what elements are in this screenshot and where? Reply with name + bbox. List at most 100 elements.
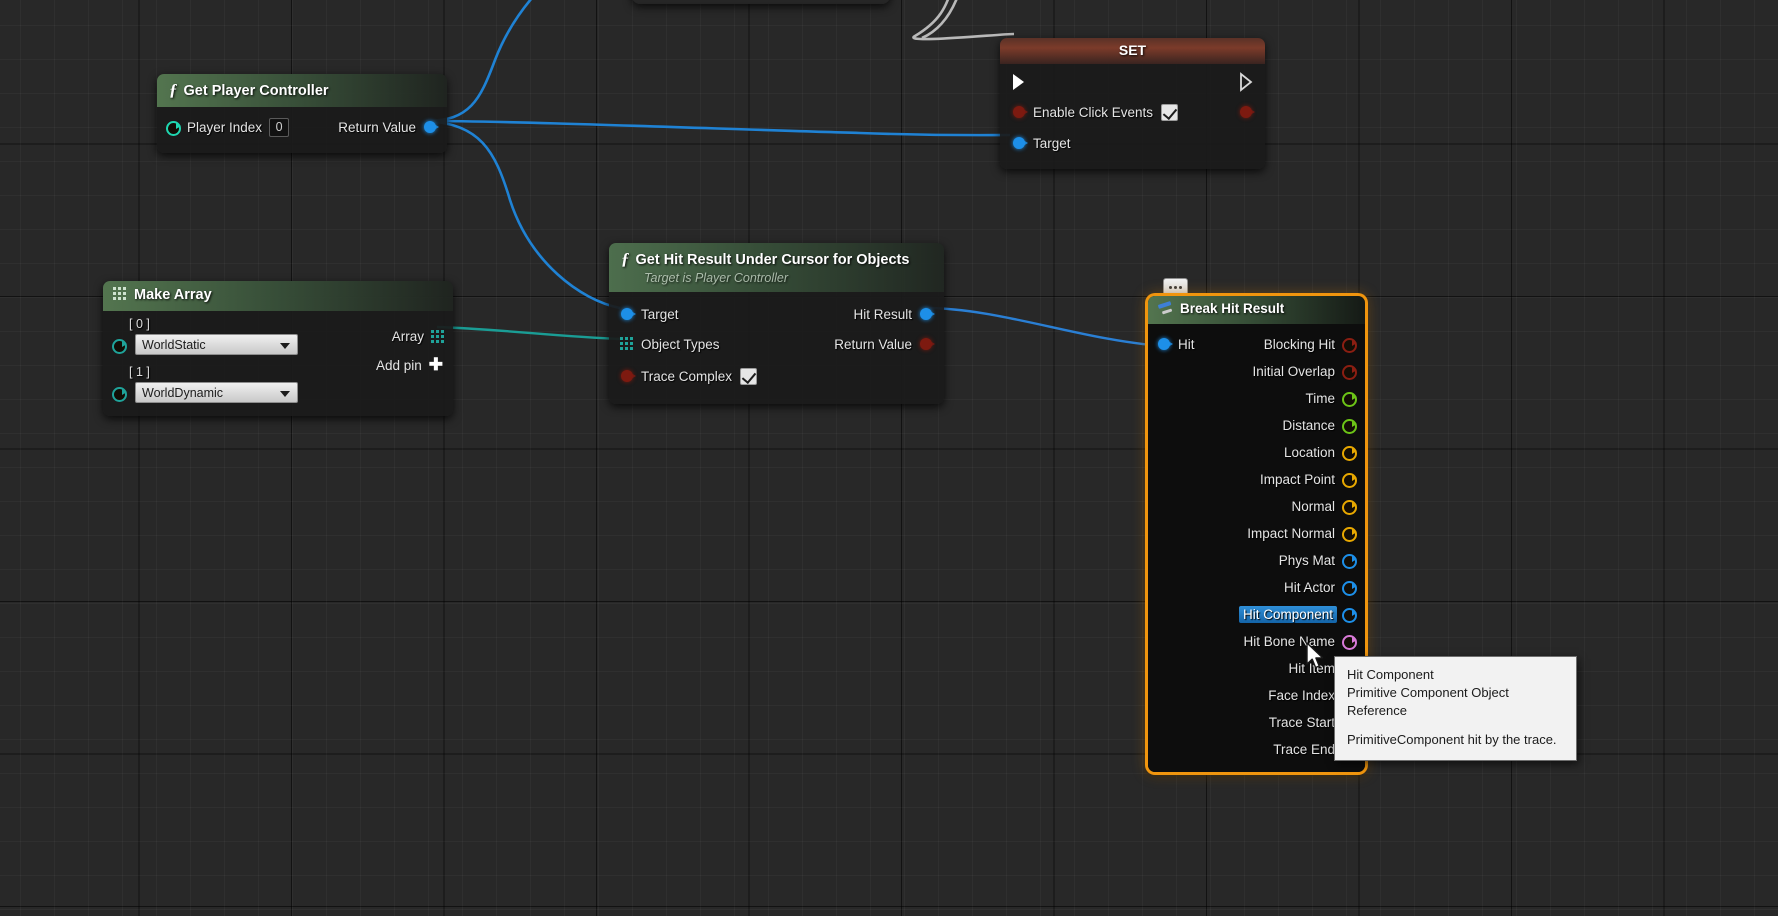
node-header: ƒ Get Hit Result Under Cursor for Objects…	[609, 243, 944, 292]
wildcard-pin-icon[interactable]	[112, 386, 127, 402]
node-body: [ 0 ] WorldStatic [ 1 ] WorldDynamic Arr…	[103, 311, 453, 416]
object-pin-icon[interactable]	[1342, 607, 1357, 624]
node-body: Player Index 0 Return Value	[157, 107, 447, 153]
node-header: ƒ Get Player Controller	[157, 74, 447, 107]
struct-pin-icon[interactable]	[1157, 337, 1173, 351]
vector-pin-icon[interactable]	[1342, 526, 1357, 543]
node-body: Target Hit Result Object Types Return Va…	[609, 292, 944, 404]
integer-pin-icon[interactable]	[166, 120, 181, 137]
pin-label-hit-result: Hit Result	[853, 306, 912, 322]
array-item-0-dropdown[interactable]: WorldStatic	[135, 334, 298, 356]
vector-pin-icon[interactable]	[1342, 445, 1357, 462]
pin-row-trace-end[interactable]: Trace End	[1148, 736, 1365, 763]
node-break-hit-result[interactable]: Break Hit Result Hit Blocking Hit Initia…	[1148, 296, 1365, 772]
boolean-pin-icon[interactable]	[1342, 337, 1357, 354]
array-index-label-1: [ 1 ]	[129, 364, 150, 379]
pin-label: Face Index	[1268, 687, 1335, 703]
pin-row-time[interactable]: Time	[1148, 385, 1365, 412]
pin-row-player-index[interactable]: Player Index 0 Return Value	[157, 114, 447, 141]
vector-pin-icon[interactable]	[1342, 472, 1357, 489]
pin-row-phys-mat[interactable]: Phys Mat	[1148, 547, 1365, 574]
node-header: Make Array	[103, 281, 453, 311]
array-item-row-0[interactable]: WorldStatic	[103, 332, 348, 358]
function-f-icon: ƒ	[621, 249, 630, 268]
float-pin-icon[interactable]	[1342, 418, 1357, 435]
object-pin-icon[interactable]	[1342, 553, 1357, 570]
pin-label: Blocking Hit	[1263, 336, 1335, 352]
exec-row[interactable]	[1000, 68, 1265, 95]
pin-row-target[interactable]: Target	[1000, 130, 1265, 157]
pin-row-array-output[interactable]: Array	[348, 325, 453, 349]
pin-label: Object Types	[641, 336, 720, 352]
wildcard-pin-icon[interactable]	[112, 338, 127, 354]
chevron-down-icon	[280, 343, 290, 350]
name-pin-icon[interactable]	[1342, 634, 1357, 651]
object-pin-icon[interactable]	[1012, 136, 1028, 150]
node-title: Make Array	[134, 287, 212, 303]
boolean-output-pin-icon[interactable]	[1239, 105, 1255, 119]
node-title: Get Hit Result Under Cursor for Objects	[635, 252, 910, 268]
pin-label: Trace Complex	[641, 368, 733, 384]
pin-row-face-index[interactable]: Face Index	[1148, 682, 1365, 709]
pin-row-hit-item[interactable]: Hit Item	[1148, 655, 1365, 682]
boolean-pin-icon[interactable]	[1342, 364, 1357, 381]
pin-label: Initial Overlap	[1252, 363, 1335, 379]
pin-label: Impact Point	[1259, 471, 1335, 487]
chevron-down-icon	[280, 391, 290, 398]
array-pin-icon[interactable]	[620, 337, 634, 351]
pin-row-target[interactable]: Target Hit Result	[609, 301, 944, 328]
node-title: Get Player Controller	[183, 83, 329, 99]
float-pin-icon[interactable]	[1342, 391, 1357, 408]
pin-label: Location	[1283, 444, 1335, 460]
pin-row-trace-complex[interactable]: Trace Complex	[609, 363, 944, 390]
dot-icon	[1174, 286, 1177, 289]
boolean-pin-icon[interactable]	[1012, 105, 1028, 119]
struct-pin-icon[interactable]	[919, 307, 935, 321]
tooltip-spacer	[1347, 720, 1564, 731]
array-item-1-value: WorldDynamic	[142, 385, 224, 400]
node-get-player-controller[interactable]: ƒ Get Player Controller Player Index 0 Re…	[157, 74, 447, 153]
pin-row-hit[interactable]: Hit Blocking Hit	[1148, 331, 1365, 358]
pin-label-hit-component[interactable]: Hit Component	[1238, 605, 1337, 623]
add-pin-button[interactable]: Add pin ✚	[348, 356, 453, 373]
blueprint-graph-canvas[interactable]: ƒ Get Player Controller Player Index 0 Re…	[0, 0, 1778, 916]
node-get-hit-result-under-cursor-for-objects[interactable]: ƒ Get Hit Result Under Cursor for Objects…	[609, 243, 944, 404]
vector-pin-icon[interactable]	[1342, 499, 1357, 516]
node-body: Hit Blocking Hit Initial Overlap Time Di…	[1148, 323, 1365, 772]
pin-label: Hit	[1178, 336, 1195, 352]
pin-row-hit-component[interactable]: Hit Component	[1148, 601, 1365, 628]
boolean-pin-icon[interactable]	[620, 369, 636, 383]
dot-icon	[1169, 286, 1172, 289]
enable-click-events-checkbox[interactable]	[1161, 103, 1179, 121]
pin-label-return-value: Return Value	[834, 336, 912, 352]
pin-row-hit-actor[interactable]: Hit Actor	[1148, 574, 1365, 601]
pin-row-location[interactable]: Location	[1148, 439, 1365, 466]
array-item-1-dropdown[interactable]: WorldDynamic	[135, 382, 298, 404]
player-index-input[interactable]: 0	[269, 117, 290, 137]
offscreen-node-top[interactable]	[632, 0, 890, 4]
pin-row-normal[interactable]: Normal	[1148, 493, 1365, 520]
node-set-enable-click-events[interactable]: SET Enable Click Events Target	[1000, 38, 1265, 169]
object-pin-icon[interactable]	[423, 120, 439, 134]
array-item-row-1[interactable]: WorldDynamic	[103, 380, 348, 406]
pin-label: Normal	[1291, 498, 1335, 514]
pin-row-impact-normal[interactable]: Impact Normal	[1148, 520, 1365, 547]
exec-out-pin-icon[interactable]	[1239, 72, 1253, 93]
add-pin-label: Add pin	[375, 357, 422, 373]
boolean-pin-icon[interactable]	[919, 337, 935, 351]
object-pin-icon[interactable]	[1342, 580, 1357, 597]
pin-row-impact-point[interactable]: Impact Point	[1148, 466, 1365, 493]
node-make-array[interactable]: Make Array [ 0 ] WorldStatic [ 1 ] World…	[103, 281, 453, 416]
object-pin-icon[interactable]	[620, 307, 636, 321]
pin-row-enable-click-events[interactable]: Enable Click Events	[1000, 99, 1265, 126]
node-comment-bubble[interactable]	[1163, 278, 1188, 297]
pin-row-hit-bone-name[interactable]: Hit Bone Name	[1148, 628, 1365, 655]
array-grid-icon	[113, 287, 127, 301]
exec-in-pin-icon[interactable]	[1012, 74, 1026, 91]
array-pin-icon[interactable]	[431, 329, 445, 344]
pin-row-initial-overlap[interactable]: Initial Overlap	[1148, 358, 1365, 385]
trace-complex-checkbox[interactable]	[740, 367, 758, 385]
pin-row-object-types[interactable]: Object Types Return Value	[609, 331, 944, 358]
pin-row-distance[interactable]: Distance	[1148, 412, 1365, 439]
pin-row-trace-start[interactable]: Trace Start	[1148, 709, 1365, 736]
